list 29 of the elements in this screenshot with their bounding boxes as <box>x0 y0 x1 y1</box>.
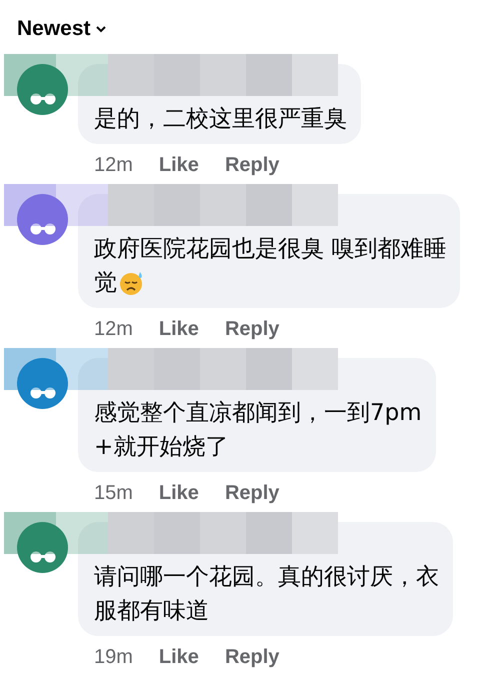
comment-time: 12m <box>94 317 133 342</box>
comment-text: 请问哪一个花园。真的很讨厌，衣 <box>94 563 439 592</box>
avatar[interactable] <box>17 194 68 245</box>
like-button[interactable]: Like <box>158 150 199 180</box>
incognito-glasses-icon <box>28 223 58 235</box>
avatar[interactable] <box>17 522 68 573</box>
incognito-glasses-icon <box>28 93 58 105</box>
comment-time: 12m <box>94 153 133 178</box>
like-button[interactable]: Like <box>158 478 199 508</box>
avatar[interactable] <box>17 358 68 409</box>
avatar[interactable] <box>17 64 68 115</box>
comment-text: +就开始烧了 <box>94 433 228 462</box>
sweating-face-icon <box>119 270 145 296</box>
reply-button[interactable]: Reply <box>224 642 280 672</box>
comment-text: 服都有味道 <box>94 597 209 626</box>
comment-time: 15m <box>94 481 133 506</box>
reply-button[interactable]: Reply <box>224 150 280 180</box>
reply-button[interactable]: Reply <box>224 478 280 508</box>
comment-text: 觉 <box>94 269 117 298</box>
comment-text: 政府医院花园也是很臭 嗅到都难睡 <box>94 235 446 264</box>
incognito-glasses-icon <box>28 387 58 399</box>
like-button[interactable]: Like <box>158 642 199 672</box>
like-button[interactable]: Like <box>158 314 199 344</box>
comment-text: 感觉整个直凉都闻到，一到7pm <box>94 399 422 428</box>
incognito-glasses-icon <box>28 551 58 563</box>
reply-button[interactable]: Reply <box>224 314 280 344</box>
comment-text: 是的，二校这里很严重臭 <box>94 105 347 134</box>
sort-dropdown[interactable]: Newest <box>17 13 107 45</box>
comment-time: 19m <box>94 645 133 670</box>
